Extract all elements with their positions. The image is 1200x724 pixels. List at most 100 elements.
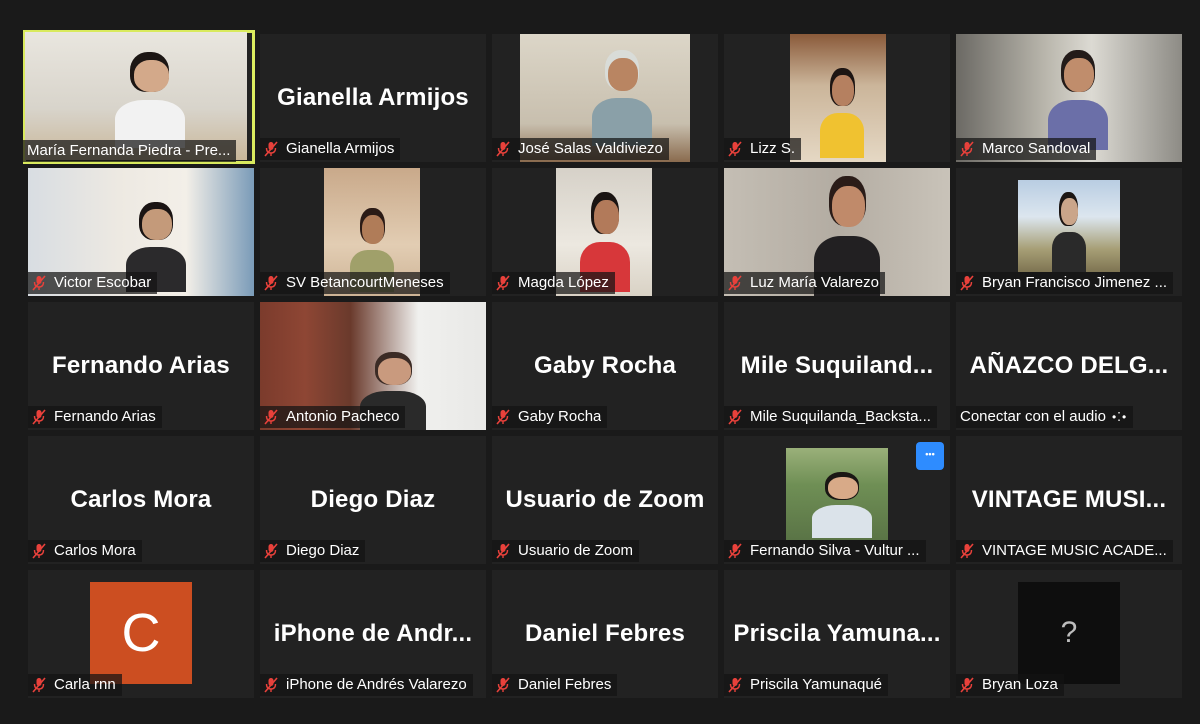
participant-figure [1052,192,1086,272]
participant-name: VINTAGE MUSIC ACADE... [982,542,1167,559]
muted-mic-icon [960,677,974,693]
participant-name-label: VINTAGE MUSIC ACADE... [956,540,1173,562]
participant-display-name: iPhone de Andr... [273,620,473,647]
participant-name: Antonio Pacheco [286,408,400,425]
participant-name: SV BetancourtMeneses [286,274,444,291]
participant-tile[interactable]: AÑAZCO DELG... Conectar con el audio •⁚• [956,302,1182,430]
participant-tile[interactable]: Usuario de Zoom Usuario de Zoom [492,436,718,564]
participant-name: Bryan Francisco Jimenez ... [982,274,1168,291]
muted-mic-icon [496,275,510,291]
participant-tile[interactable]: Marco Sandoval [956,34,1182,162]
participant-tile[interactable]: Diego Diaz Diego Diaz [260,436,486,564]
participant-name: Carla rnn [54,676,116,693]
participant-display-name: Daniel Febres [525,620,685,647]
participant-tile[interactable]: Mile Suquiland... Mile Suquilanda_Backsta… [724,302,950,430]
participant-tile[interactable]: Lizz S. [724,34,950,162]
muted-mic-icon [728,409,742,425]
participant-name: Diego Diaz [286,542,360,559]
participant-tile[interactable]: ? Bryan Loza [956,570,1182,698]
muted-mic-icon [32,677,46,693]
participant-display-name: Usuario de Zoom [505,486,705,513]
participant-name-label: Antonio Pacheco [260,406,406,428]
participant-tile[interactable]: iPhone de Andr... iPhone de Andrés Valare… [260,570,486,698]
participant-tile[interactable]: Victor Escobar [28,168,254,296]
muted-mic-icon [496,543,510,559]
muted-mic-icon [264,275,278,291]
participant-tile[interactable]: Antonio Pacheco [260,302,486,430]
participant-name: Usuario de Zoom [518,542,634,559]
muted-mic-icon [728,677,742,693]
participant-figure [592,50,652,146]
participant-tile[interactable]: Carlos Mora Carlos Mora [28,436,254,564]
participant-tile[interactable]: Bryan Francisco Jimenez ... [956,168,1182,296]
participant-tile[interactable]: María Fernanda Piedra - Pre... [23,30,255,164]
participant-name-label: SV BetancourtMeneses [260,272,450,294]
participant-name-label: Carlos Mora [28,540,142,562]
muted-mic-icon [960,141,974,157]
participant-video [786,448,888,540]
participant-name-label: Bryan Francisco Jimenez ... [956,272,1174,294]
muted-mic-icon [728,275,742,291]
participant-name-label: Fernando Arias [28,406,162,428]
participant-display-name: Gianella Armijos [277,84,469,111]
participant-name: Luz María Valarezo [750,274,879,291]
participant-tile[interactable]: Fernando Arias Fernando Arias [28,302,254,430]
more-options-button[interactable]: ••• [916,442,944,470]
participant-name-label: Magda López [492,272,615,294]
participant-name: Gianella Armijos [286,140,395,157]
muted-mic-icon [32,543,46,559]
participant-name: Carlos Mora [54,542,136,559]
participant-tile[interactable]: ••• Fernando Silva - Vultur ... [724,436,950,564]
participant-tile[interactable]: Priscila Yamuna... Priscila Yamunaqué [724,570,950,698]
muted-mic-icon [32,275,46,291]
muted-mic-icon [496,677,510,693]
connecting-audio-icon: •⁚• [1111,410,1128,424]
participant-name-label: José Salas Valdiviezo [492,138,669,160]
participant-name-label: María Fernanda Piedra - Pre... [23,140,237,162]
participant-name-label: Fernando Silva - Vultur ... [724,540,926,562]
participant-name[interactable]: Conectar con el audio [960,406,1106,428]
participant-name-label: Priscila Yamunaqué [724,674,889,696]
participant-name: Lizz S. [750,140,796,157]
participant-tile[interactable]: SV BetancourtMeneses [260,168,486,296]
participant-name: Priscila Yamunaqué [750,676,883,693]
participant-name: Gaby Rocha [518,408,602,425]
muted-mic-icon [960,275,974,291]
muted-mic-icon [264,409,278,425]
participant-name: María Fernanda Piedra - Pre... [27,142,231,159]
avatar: C [90,582,192,684]
participant-name-label: Mile Suquilanda_Backsta... [724,406,937,428]
muted-mic-icon [960,543,974,559]
participant-name: Marco Sandoval [982,140,1091,157]
participant-display-name: Gaby Rocha [533,352,677,379]
participant-tile[interactable]: Gianella Armijos Gianella Armijos [260,34,486,162]
participant-name-label: Victor Escobar [28,272,158,294]
muted-mic-icon [728,141,742,157]
more-dots-icon: ••• [925,449,935,459]
participant-tile[interactable]: José Salas Valdiviezo [492,34,718,162]
muted-mic-icon [728,543,742,559]
participant-tile[interactable]: VINTAGE MUSI... VINTAGE MUSIC ACADE... [956,436,1182,564]
participant-name: iPhone de Andrés Valarezo [286,676,467,693]
participant-figure [812,472,872,538]
participant-name: Mile Suquilanda_Backsta... [750,408,931,425]
participant-tile[interactable]: Magda López [492,168,718,296]
participant-name-label: Lizz S. [724,138,802,160]
participant-tile[interactable]: Luz María Valarezo [724,168,950,296]
participant-tile[interactable]: Gaby Rocha Gaby Rocha [492,302,718,430]
muted-mic-icon [496,141,510,157]
participant-name-label: Gianella Armijos [260,138,401,160]
muted-mic-icon [264,543,278,559]
participant-display-name: Mile Suquiland... [740,352,934,379]
participant-name-label: Gaby Rocha [492,406,608,428]
participant-tile[interactable]: Daniel Febres Daniel Febres [492,570,718,698]
participant-name-label: Marco Sandoval [956,138,1097,160]
participant-video [790,34,886,162]
participant-name-label: Bryan Loza [956,674,1064,696]
participant-name: Victor Escobar [54,274,152,291]
avatar: ? [1018,582,1120,684]
participant-tile[interactable]: C Carla rnn [28,570,254,698]
participant-name-label: Luz María Valarezo [724,272,885,294]
muted-mic-icon [264,141,278,157]
participant-name-label: Conectar con el audio •⁚• [956,406,1134,428]
